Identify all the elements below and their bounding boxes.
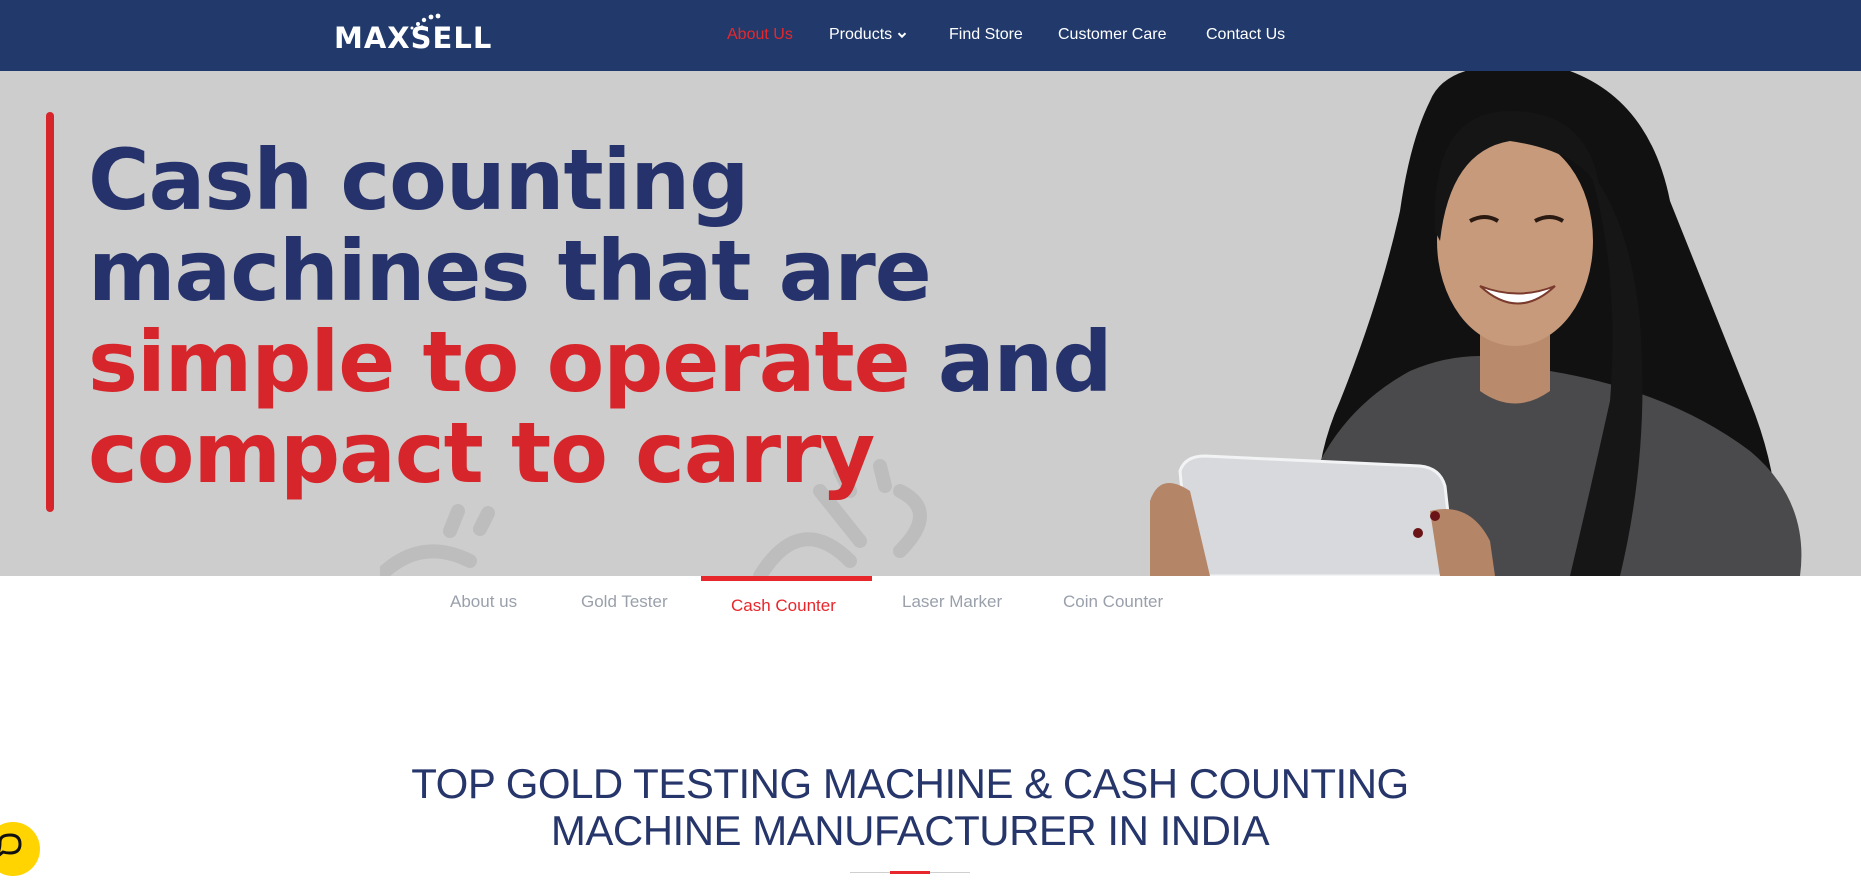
section-heading-line-2: MACHINE MANUFACTURER IN INDIA: [550, 807, 1270, 854]
nav-products[interactable]: Products: [829, 26, 908, 44]
nav-contact-us[interactable]: Contact Us: [1206, 26, 1285, 44]
main-nav: About Us Products Find Store Customer Ca…: [0, 0, 1861, 71]
tab-cash-counter[interactable]: Cash Counter: [731, 596, 836, 616]
section-heading: TOP GOLD TESTING MACHINE & CASH COUNTING…: [330, 760, 1490, 854]
hero-line-4: compact to carry: [88, 404, 875, 502]
hero-headline: Cash counting machines that are simple t…: [88, 131, 1112, 502]
nav-find-store[interactable]: Find Store: [949, 26, 1023, 44]
heading-divider-accent: [890, 871, 930, 874]
hero-line-3: simple to operate and: [88, 317, 1112, 408]
active-tab-indicator: [701, 576, 872, 581]
section-heading-line-1: TOP GOLD TESTING MACHINE & CASH COUNTING: [411, 760, 1409, 807]
tab-about-us[interactable]: About us: [450, 592, 517, 612]
hero-banner: Cash counting machines that are simple t…: [0, 71, 1861, 576]
tab-laser-marker[interactable]: Laser Marker: [902, 592, 1002, 612]
nav-products-label: Products: [829, 26, 893, 43]
hero-line-1: Cash counting: [88, 131, 749, 229]
hero-accent-bar: [46, 112, 54, 512]
hero-woman-with-tablet-image: [1150, 71, 1802, 576]
nav-customer-care[interactable]: Customer Care: [1058, 26, 1166, 44]
chat-widget-button[interactable]: [0, 822, 40, 876]
tab-gold-tester[interactable]: Gold Tester: [581, 592, 668, 612]
chevron-down-icon: [897, 32, 907, 38]
category-tabs: About us Gold Tester Cash Counter Laser …: [0, 576, 1861, 636]
hero-line-3-red: simple to operate: [88, 313, 911, 411]
chat-bubble-icon: [0, 833, 22, 857]
hero-line-2: machines that are: [88, 222, 932, 320]
tab-coin-counter[interactable]: Coin Counter: [1063, 592, 1163, 612]
nav-about-us[interactable]: About Us: [727, 26, 793, 44]
hero-line-3-blue: and: [909, 313, 1113, 411]
top-navigation-bar: MAXSELL About Us Products Find Store Cus…: [0, 0, 1861, 71]
